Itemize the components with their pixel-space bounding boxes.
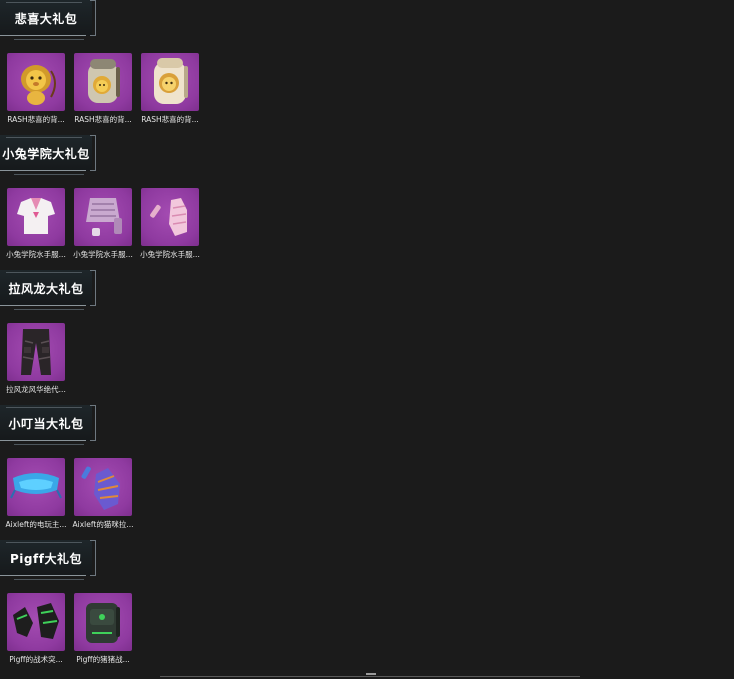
item-label: 小兔学院水手服... — [140, 250, 200, 259]
section-header: 小叮当大礼包 — [0, 405, 96, 445]
item-label: RASH悲喜的背... — [7, 115, 65, 124]
section-header: Pigff大礼包 — [0, 540, 96, 580]
section-title: 悲喜大礼包 — [14, 12, 78, 26]
glove-green-icon — [7, 593, 65, 651]
item-label: RASH悲喜的背... — [141, 115, 199, 124]
backpack-dark-icon — [74, 593, 132, 651]
section-header: 小兔学院大礼包 — [0, 135, 96, 175]
item-card[interactable]: Pigff的战术突... — [7, 593, 67, 665]
item-card[interactable]: Aixleft的猫咪拉... — [73, 458, 134, 530]
item-card[interactable]: 小兔学院水手服... — [140, 188, 201, 260]
lion-backpack-icon — [74, 53, 132, 111]
glove-pink-icon — [141, 188, 199, 246]
pants-icon — [7, 323, 65, 381]
item-card[interactable]: 小兔学院水手服... — [6, 188, 67, 260]
item-label: Pigff的猪猪战... — [76, 655, 130, 664]
gift-pack-list: 悲喜大礼包 RASH悲喜的背... RASH悲喜的背... RASH悲喜的背..… — [0, 0, 734, 679]
item-label: Aixleft的电玩主... — [5, 520, 67, 529]
scroll-track — [160, 676, 580, 677]
item-card[interactable]: 小兔学院水手服... — [73, 188, 134, 260]
section-lafenglong: 拉风龙大礼包 拉风龙风华绝代... — [0, 270, 240, 404]
section-title: 小叮当大礼包 — [8, 417, 84, 431]
item-card[interactable]: Aixleft的电玩主... — [6, 458, 67, 530]
lion-plush-icon — [7, 53, 65, 111]
section-title: 小兔学院大礼包 — [2, 147, 90, 161]
section-xiaodingdang: 小叮当大礼包 Aixleft的电玩主... Aixleft的猫咪拉... — [0, 405, 240, 539]
section-title: 拉风龙大礼包 — [8, 282, 84, 296]
section-title: Pigff大礼包 — [10, 552, 82, 566]
item-card[interactable]: RASH悲喜的背... — [7, 53, 67, 125]
item-label: RASH悲喜的背... — [74, 115, 132, 124]
lion-backpack-cream-icon — [141, 53, 199, 111]
item-card[interactable]: RASH悲喜的背... — [74, 53, 134, 125]
item-label: 小兔学院水手服... — [73, 250, 133, 259]
item-label: 小兔学院水手服... — [6, 250, 66, 259]
item-card[interactable]: RASH悲喜的背... — [141, 53, 201, 125]
glove-purple-icon — [74, 458, 132, 516]
section-header: 悲喜大礼包 — [0, 0, 96, 40]
scroll-handle[interactable] — [366, 673, 376, 675]
sailor-shirt-icon — [7, 188, 65, 246]
item-label: Pigff的战术突... — [9, 655, 63, 664]
section-xiaotu: 小兔学院大礼包 小兔学院水手服... 小兔学院水手服... 小兔学院水手服... — [0, 135, 240, 269]
item-card[interactable]: 拉风龙风华绝代... — [6, 323, 67, 395]
sailor-skirt-icon — [74, 188, 132, 246]
section-beixi: 悲喜大礼包 RASH悲喜的背... RASH悲喜的背... RASH悲喜的背..… — [0, 0, 240, 134]
item-label: 拉风龙风华绝代... — [6, 385, 66, 394]
item-card[interactable]: Pigff的猪猪战... — [74, 593, 134, 665]
section-header: 拉风龙大礼包 — [0, 270, 96, 310]
item-label: Aixleft的猫咪拉... — [72, 520, 134, 529]
visor-icon — [7, 458, 65, 516]
section-pigff: Pigff大礼包 Pigff的战术突... Pigff的猪猪战... — [0, 540, 240, 674]
